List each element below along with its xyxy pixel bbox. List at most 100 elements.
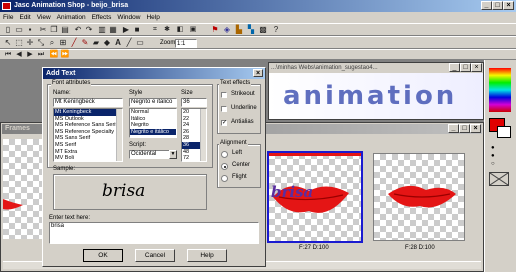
doc-minimize-icon[interactable]: _ (449, 63, 460, 72)
minimize-icon[interactable]: _ (481, 1, 492, 10)
menu-animation[interactable]: Animation (54, 12, 89, 23)
image-effect-icon[interactable]: ▚ (246, 25, 256, 35)
font-list-scrollbar[interactable] (116, 109, 122, 161)
line-icon[interactable]: ╱ (124, 38, 134, 48)
stop-icon[interactable]: ■ (132, 25, 142, 35)
shape-icon[interactable]: ▭ (135, 38, 145, 48)
wizard-icon[interactable]: ✱ (162, 25, 172, 35)
style-list-item[interactable]: Normal (130, 109, 176, 116)
insert-frames-icon[interactable]: ▥ (97, 25, 107, 35)
size-list-scrollbar[interactable] (200, 109, 206, 161)
view-animation-icon[interactable]: ▩ (258, 25, 268, 35)
style-list-item[interactable]: Itálico (130, 116, 176, 123)
rewind-icon[interactable]: ⏪ (49, 50, 59, 60)
delete-frames-icon[interactable]: ▦ (108, 25, 118, 35)
copy-icon[interactable]: ❐ (49, 25, 59, 35)
align-right-radio[interactable] (221, 175, 228, 182)
frames-close-icon[interactable]: × (470, 124, 481, 133)
underline-checkbox[interactable] (221, 106, 227, 112)
frames-title: Frames (5, 125, 30, 132)
swap-colors-icon[interactable]: ● ● ○ (491, 144, 495, 168)
doc-close-icon[interactable]: × (471, 63, 482, 72)
font-list-item[interactable]: Mt Keningbeck (54, 109, 122, 116)
font-name-input[interactable]: Mt Keningbeck (53, 98, 123, 107)
frame-properties-icon[interactable]: ▣ (188, 25, 198, 35)
new-icon[interactable]: ▯ (3, 25, 13, 35)
chevron-down-icon[interactable]: ▼ (169, 150, 177, 159)
ok-button[interactable]: OK (83, 249, 123, 262)
antialias-checkbox[interactable]: ✓ (221, 120, 227, 126)
text-transition-icon[interactable]: ▙ (234, 25, 244, 35)
dialog-close-icon[interactable]: × (253, 69, 263, 77)
marquee-icon[interactable]: ⬚ (14, 38, 24, 48)
first-frame-icon[interactable]: ⏮ (3, 50, 13, 60)
font-list-item[interactable]: MS Serif (54, 142, 122, 149)
paste-icon[interactable]: ▤ (60, 25, 70, 35)
zoom-icon[interactable]: ⌕ (47, 38, 57, 48)
close-icon[interactable]: × (503, 1, 514, 10)
font-list-item[interactable]: MT Extra (54, 149, 122, 156)
background-color-swatch[interactable] (497, 126, 511, 138)
help-icon[interactable]: ? (271, 25, 281, 35)
zoom-select[interactable]: 1:1 (175, 39, 197, 48)
font-list-item[interactable]: MS Reference Sans Serif (54, 122, 122, 129)
save-icon[interactable]: ▪ (25, 25, 35, 35)
play-icon[interactable]: ▶ (121, 25, 131, 35)
text-tool-icon[interactable]: A (113, 38, 123, 48)
redo-icon[interactable]: ↷ (84, 25, 94, 35)
menu-edit[interactable]: Edit (16, 12, 33, 23)
help-button[interactable]: Help (187, 249, 227, 262)
document-window[interactable]: ...\minhas Webs\animation_sugestao4... _… (268, 62, 484, 120)
cut-icon[interactable]: ✂ (38, 25, 48, 35)
frames-minimize-icon[interactable]: _ (448, 124, 459, 133)
frame-thumbnail[interactable] (3, 139, 47, 239)
font-list-item[interactable]: MS Outlook (54, 116, 122, 123)
color-picker[interactable] (489, 68, 511, 112)
frames-maximize-icon[interactable]: □ (459, 124, 470, 133)
move-icon[interactable]: ✛ (25, 38, 35, 48)
fill-icon[interactable]: ◆ (102, 38, 112, 48)
strikeout-checkbox[interactable] (221, 92, 227, 98)
last-frame-icon[interactable]: ⏭ (36, 50, 46, 60)
font-style-list[interactable]: Normal Itálico Negrito Negrito e itálico (129, 108, 177, 138)
font-list-item[interactable]: MV Boli (54, 155, 122, 161)
menu-view[interactable]: View (34, 12, 54, 23)
pencil-icon[interactable]: ✎ (80, 38, 90, 48)
cancel-button[interactable]: Cancel (135, 249, 175, 262)
arrow-icon[interactable]: ↖ (3, 38, 13, 48)
forward-icon[interactable]: ⏩ (60, 50, 70, 60)
undo-icon[interactable]: ↶ (73, 25, 83, 35)
doc-maximize-icon[interactable]: □ (460, 63, 471, 72)
style-list-item[interactable]: Negrito e itálico (130, 128, 176, 136)
menu-file[interactable]: File (0, 12, 16, 23)
font-size-input[interactable]: 36 (181, 98, 207, 107)
style-list-item[interactable]: Negrito (130, 122, 176, 129)
menu-effects[interactable]: Effects (89, 12, 115, 23)
font-list-item[interactable]: MS Sans Serif (54, 135, 122, 142)
align-left-radio[interactable] (221, 151, 228, 158)
dropper-icon[interactable]: ⤡ (36, 38, 46, 48)
open-icon[interactable]: ▭ (14, 25, 24, 35)
crop-icon[interactable]: ⌗ (150, 25, 160, 35)
banner-wizard-icon[interactable]: ⚑ (210, 25, 220, 35)
menu-help[interactable]: Help (143, 12, 162, 23)
font-size-list[interactable]: 20 22 24 26 28 36 48 72 (181, 108, 207, 162)
transparent-color-icon[interactable] (489, 172, 509, 186)
optimize-icon[interactable]: ◧ (175, 25, 185, 35)
menu-window[interactable]: Window (114, 12, 143, 23)
align-center-radio[interactable] (221, 163, 228, 170)
previous-frame-icon[interactable]: ◀ (14, 50, 24, 60)
text-entry-area[interactable]: brisa (49, 222, 259, 244)
strikeout-label: Strikeout (231, 91, 255, 97)
crop-tool-icon[interactable]: ⊞ (58, 38, 68, 48)
eraser-icon[interactable]: ▰ (91, 38, 101, 48)
font-name-list[interactable]: Mt Keningbeck MS Outlook MS Reference Sa… (53, 108, 123, 162)
next-frame-icon[interactable]: ▶ (25, 50, 35, 60)
brush-icon[interactable]: ╱ (69, 38, 79, 48)
frame-28[interactable] (373, 153, 465, 241)
image-transition-icon[interactable]: ◈ (222, 25, 232, 35)
maximize-icon[interactable]: □ (492, 1, 503, 10)
font-style-input[interactable]: Negrito e itálico (129, 98, 177, 107)
text-effects-label: Text effects (219, 80, 252, 86)
font-list-item[interactable]: MS Reference Specialty (54, 129, 122, 136)
